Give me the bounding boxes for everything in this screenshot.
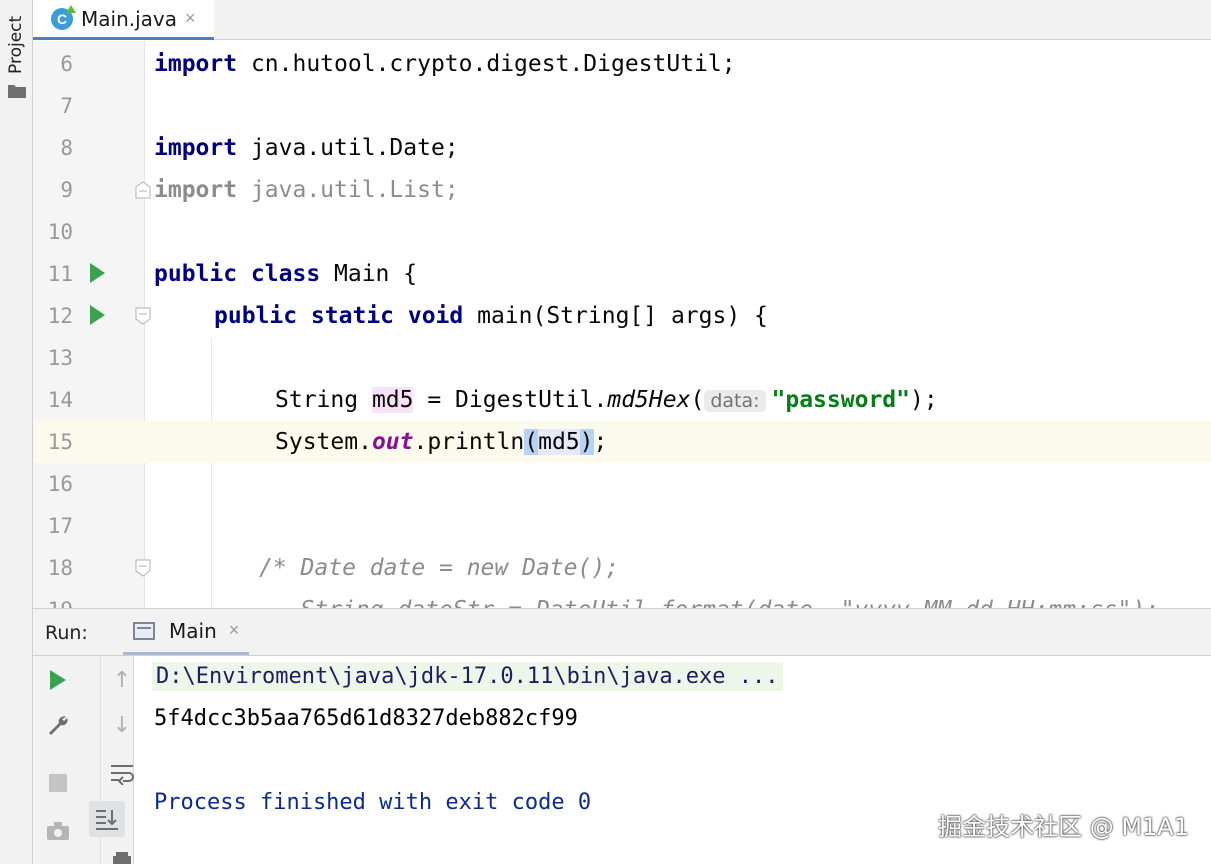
line-number: 15 [47,430,73,454]
arrow-down-icon: ↓ [112,712,132,738]
close-run-tab-icon[interactable]: × [229,620,240,641]
fold-start-icon[interactable] [135,307,151,325]
close-tab-icon[interactable]: × [185,8,196,29]
code-line: 10 [33,211,1211,253]
scroll-down-button[interactable]: ↓ [107,710,137,740]
code-text: public static void main(String[] args) { [214,303,768,329]
code-line: 8 import java.util.Date; [33,127,1211,169]
code-line: 12 public static void main(String[] args… [33,295,1211,337]
run-tab-label: Main [169,618,217,643]
fold-end-icon[interactable] [135,181,151,199]
code-text: import cn.hutool.crypto.digest.DigestUti… [154,51,736,77]
parameter-hint: data: [704,390,766,412]
code-editor[interactable]: 6 import cn.hutool.crypto.digest.DigestU… [33,41,1211,608]
run-tab-main[interactable]: Main × [123,609,250,655]
code-line: 6 import cn.hutool.crypto.digest.DigestU… [33,43,1211,85]
run-method-icon[interactable] [90,305,105,325]
code-line: 7 [33,85,1211,127]
code-text: public class Main { [154,261,418,287]
code-comment: /* Date date = new Date(); [259,555,620,581]
rerun-button[interactable] [43,665,73,695]
console-exit-line: Process finished with exit code 0 [154,790,592,815]
code-text: import java.util.Date; [154,135,459,161]
scroll-to-end-icon [96,810,118,830]
line-number: 18 [47,556,73,580]
line-number: 16 [47,472,73,496]
code-line: 9 import java.util.List; [33,169,1211,211]
settings-button[interactable] [43,710,73,740]
code-line-current: 15 System.out.println(md5); [33,421,1211,463]
code-text: String md5 = DigestUtil.md5Hex(data: "pas… [275,387,938,413]
fold-start-icon[interactable] [135,559,151,577]
code-line: 14 String md5 = DigestUtil.md5Hex(data: "… [33,379,1211,421]
run-label: Run: [45,622,88,644]
line-number: 8 [60,136,73,160]
run-class-icon[interactable] [90,263,105,283]
scroll-to-end-button[interactable] [89,801,125,837]
printer-icon [113,852,131,864]
print-button[interactable] [107,846,137,864]
soft-wrap-button[interactable] [107,758,137,788]
arrow-up-icon: ↑ [112,667,132,693]
code-line: 16 [33,463,1211,505]
scroll-up-button[interactable]: ↑ [107,665,137,695]
code-line: 13 [33,337,1211,379]
camera-icon [47,822,69,840]
line-number: 9 [60,178,73,202]
run-panel-header: Run: Main × [33,608,1211,656]
java-class-icon: C [51,4,76,30]
stop-icon [49,774,67,792]
tab-main-java[interactable]: C Main.java × [33,0,214,40]
code-text: import java.util.List; [154,177,459,203]
console-command-line[interactable]: D:\Enviroment\java\jdk-17.0.11\bin\java.… [152,662,783,691]
line-number: 12 [47,304,73,328]
line-number: 7 [60,94,73,118]
line-number: 6 [60,52,73,76]
console-icon [133,621,155,640]
line-number: 11 [47,262,73,286]
tool-window-strip: Project [0,0,33,864]
project-tool-button[interactable]: Project [6,16,26,74]
line-number: 17 [47,514,73,538]
console-output-line: 5f4dcc3b5aa765d61d8327deb882cf99 [154,706,578,731]
tab-label: Main.java [81,6,178,31]
code-line: 17 [33,505,1211,547]
wrench-icon [49,716,68,735]
screenshot-button[interactable] [43,816,73,846]
soft-wrap-icon [111,765,134,785]
code-line: 18 /* Date date = new Date(); [33,547,1211,589]
code-line: 19 String dateStr = DateUtil.format(date… [33,589,1211,608]
stop-button[interactable] [43,768,73,798]
line-number: 13 [47,346,73,370]
line-number: 14 [47,388,73,412]
folder-icon [8,85,26,98]
line-number: 19 [33,598,73,608]
editor-tab-bar: C Main.java × [33,0,1211,40]
play-icon [50,670,66,690]
code-text: System.out.println(md5); [275,429,608,455]
code-comment: String dateStr = DateUtil.format(date, "… [259,597,1160,608]
run-toolbar: ↑ ↓ [33,656,134,864]
line-number: 10 [47,220,73,244]
code-line: 11 public class Main { [33,253,1211,295]
watermark: 掘金技术社区 @ M1A1 [938,813,1189,841]
